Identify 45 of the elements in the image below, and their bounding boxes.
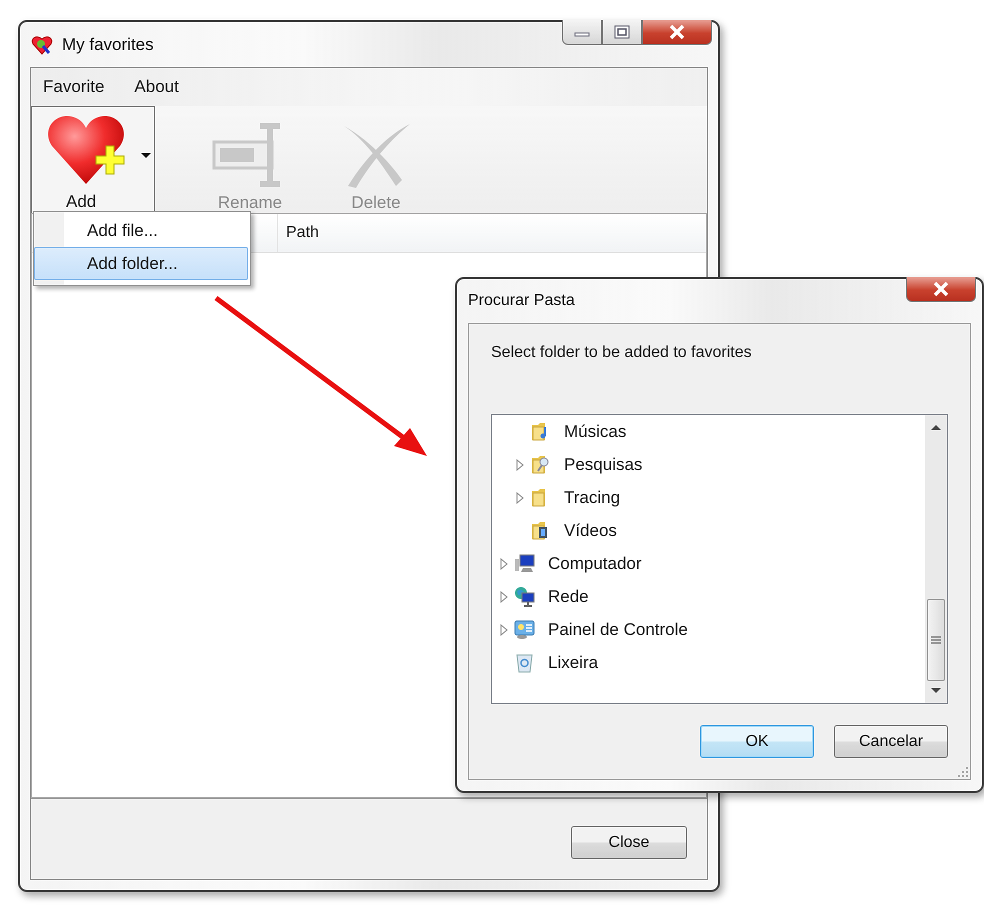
tree-item[interactable]: Rede (492, 580, 925, 613)
ok-button[interactable]: OK (700, 725, 814, 758)
expand-arrow-icon[interactable] (498, 624, 510, 636)
expand-arrow-icon[interactable] (498, 590, 510, 602)
close-button[interactable] (642, 20, 712, 45)
close-window-button[interactable]: Close (571, 826, 687, 859)
resize-grip-icon (958, 767, 968, 777)
minimize-button[interactable] (562, 20, 602, 45)
grip-icon (931, 635, 941, 645)
toolbar-button[interactable]: Add (31, 106, 155, 213)
search-folder-icon (530, 454, 551, 475)
tree-item[interactable]: Painel de Controle (492, 613, 925, 646)
prompt-text: Select folder to be added to favorites (491, 344, 753, 362)
menu-item[interactable]: Add file... (64, 214, 248, 247)
expand-arrow-icon[interactable] (498, 558, 510, 570)
recycle-bin-icon (514, 652, 535, 673)
maximize-button[interactable] (602, 20, 642, 45)
expand-arrow-icon[interactable] (514, 492, 526, 504)
tree-item[interactable]: Computador (492, 547, 925, 580)
close-button[interactable] (906, 277, 976, 302)
scroll-down-icon[interactable] (930, 687, 942, 695)
cancel-button[interactable]: Cancelar (834, 725, 948, 758)
globe-monitor-icon (514, 586, 535, 607)
close-icon (668, 24, 686, 40)
tree-item[interactable]: Músicas (492, 415, 925, 448)
scroll-up-icon[interactable] (930, 423, 942, 431)
caret-icon (141, 153, 151, 159)
heart-icon (31, 34, 53, 56)
tree-item[interactable]: Vídeos (492, 514, 925, 547)
scroll-thumb[interactable] (927, 599, 945, 681)
computer-icon (514, 553, 535, 574)
expand-arrow-icon[interactable] (514, 458, 526, 470)
dialog-title: Procurar Pasta (468, 292, 575, 310)
menu-item[interactable]: Favorite (43, 73, 104, 101)
close-icon (932, 281, 950, 297)
tree-item[interactable]: Tracing (492, 481, 925, 514)
scrollbar[interactable] (925, 415, 947, 703)
menu-item[interactable]: About (134, 73, 179, 101)
window-title: My favorites (62, 34, 154, 54)
column-header[interactable]: Path (278, 214, 706, 252)
control-panel-icon (514, 619, 535, 640)
maximize-icon (614, 25, 630, 39)
tree-item[interactable]: Pesquisas (492, 448, 925, 481)
menu-item[interactable]: Add folder... (34, 247, 248, 280)
tree-item[interactable]: Lixeira (492, 646, 925, 679)
